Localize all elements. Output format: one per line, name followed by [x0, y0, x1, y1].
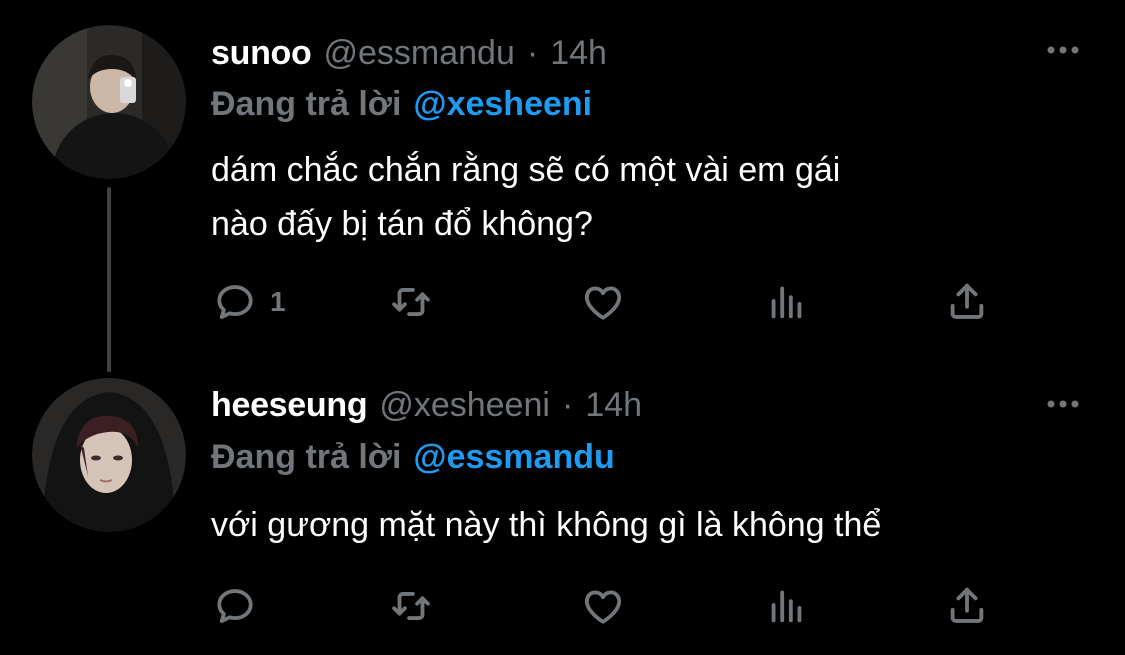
bar-chart-icon: [771, 590, 802, 623]
display-name[interactable]: heeseung: [211, 386, 368, 425]
timestamp[interactable]: 14h: [550, 34, 607, 73]
retweet-button[interactable]: [388, 278, 434, 326]
more-dots-icon[interactable]: [1043, 40, 1083, 60]
timestamp[interactable]: 14h: [585, 386, 642, 425]
heart-icon: [584, 590, 622, 624]
like-button[interactable]: [580, 278, 626, 326]
view-stats-button[interactable]: [764, 582, 810, 630]
retweet-button[interactable]: [388, 582, 434, 630]
tweet-header: heeseung @xesheeni · 14h: [211, 380, 642, 430]
share-icon: [950, 283, 984, 319]
like-button[interactable]: [580, 582, 626, 630]
reply-button[interactable]: [212, 582, 270, 630]
tweet-1[interactable]: sunoo @essmandu · 14h Đang trả lời @xesh…: [0, 0, 1125, 372]
separator-dot: ·: [561, 385, 574, 424]
separator-dot: ·: [526, 33, 539, 72]
speech-bubble-icon: [217, 589, 253, 623]
share-button[interactable]: [944, 278, 990, 326]
user-handle[interactable]: @xesheeni: [379, 386, 550, 425]
display-name[interactable]: sunoo: [211, 34, 312, 73]
replying-to-label: Đang trả lời: [211, 437, 402, 476]
tweet-text: với gương mặt này thì không gì là không …: [211, 498, 1091, 552]
avatar[interactable]: [32, 25, 186, 179]
tweet-text: dám chắc chắn rằng sẽ có một vài em gái …: [211, 143, 1091, 251]
speech-bubble-icon: [217, 285, 253, 319]
replying-to-line: Đang trả lời @essmandu: [211, 433, 615, 481]
tweet-text-line: nào đấy bị tán đổ không?: [211, 205, 593, 243]
replying-to-handle[interactable]: @essmandu: [413, 438, 614, 477]
user-handle[interactable]: @essmandu: [323, 34, 514, 73]
replying-to-handle[interactable]: @xesheeni: [413, 85, 592, 124]
share-icon: [950, 587, 984, 623]
bar-chart-icon: [771, 286, 802, 319]
action-bar: [212, 582, 1002, 630]
reply-count: 1: [270, 286, 286, 317]
tweet-text-line: dám chắc chắn rằng sẽ có một vài em gái: [211, 151, 841, 189]
view-stats-button[interactable]: [764, 278, 810, 326]
retweet-icon: [392, 288, 430, 316]
heart-icon: [584, 286, 622, 320]
tweet-text-line: với gương mặt này thì không gì là không …: [211, 506, 882, 544]
more-dots-icon[interactable]: [1043, 394, 1083, 414]
avatar[interactable]: [32, 378, 186, 532]
action-bar: 1: [212, 278, 1002, 326]
tweet-header: sunoo @essmandu · 14h: [211, 28, 607, 78]
share-button[interactable]: [944, 582, 990, 630]
thread-connector-line: [107, 187, 111, 372]
replying-to-line: Đang trả lời @xesheeni: [211, 80, 592, 128]
tweet-2[interactable]: heeseung @xesheeni · 14h Đang trả lời @e…: [0, 370, 1125, 655]
retweet-icon: [392, 592, 430, 620]
replying-to-label: Đang trả lời: [211, 84, 402, 123]
reply-button[interactable]: 1: [212, 278, 286, 326]
